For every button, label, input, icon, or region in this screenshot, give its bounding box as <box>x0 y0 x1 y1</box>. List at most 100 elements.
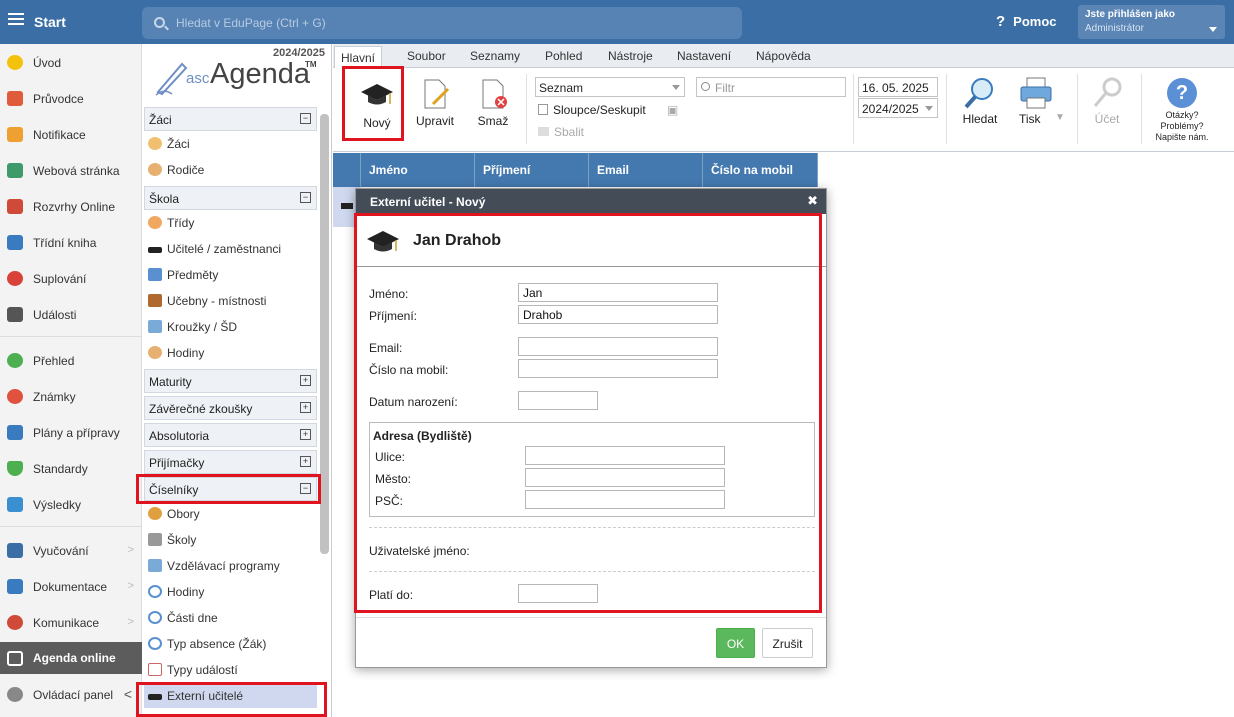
nav-notifikace[interactable]: Notifikace <box>0 120 142 148</box>
nav-ovladaci-panel[interactable]: Ovládací panel < <box>0 680 142 708</box>
expand-icon[interactable]: + <box>300 429 311 440</box>
tab-nastaveni[interactable]: Nastavení <box>677 49 731 63</box>
sidebar-scrollbar[interactable] <box>320 114 329 554</box>
calendar-icon <box>7 307 23 322</box>
collapse-arrow-icon[interactable]: < <box>124 686 132 702</box>
date-input[interactable]: 16. 05. 2025 <box>858 77 938 97</box>
search-button[interactable]: Hledat <box>958 76 1002 136</box>
item-typ-absence[interactable]: Typ absence (Žák) <box>144 632 317 656</box>
expand-icon[interactable]: + <box>300 456 311 467</box>
filter-input[interactable]: Filtr <box>696 77 846 97</box>
nav-komunikace[interactable]: Komunikace > <box>0 608 142 636</box>
section-skola[interactable]: Škola − <box>144 186 317 210</box>
birth-date-input[interactable] <box>518 391 598 410</box>
nav-vyucovani[interactable]: Vyučování > <box>0 536 142 564</box>
edit-button[interactable]: Upravit <box>413 78 457 138</box>
print-button[interactable]: Tisk ▼ <box>1017 76 1065 136</box>
delete-button[interactable]: Smaž <box>473 78 513 138</box>
school-year-select[interactable]: 2024/2025 <box>858 98 938 118</box>
item-obory[interactable]: Obory <box>144 502 317 526</box>
search-icon <box>701 82 710 91</box>
item-ucebny[interactable]: Učebny - místnosti <box>144 289 317 313</box>
nav-standardy[interactable]: Standardy <box>0 454 142 482</box>
tab-pohled[interactable]: Pohled <box>545 49 582 63</box>
collapse-icon[interactable]: − <box>300 192 311 203</box>
nav-uvod[interactable]: Úvod <box>0 48 142 76</box>
first-name-input[interactable]: Jan <box>518 283 718 302</box>
columns-group-button[interactable]: Sloupce/Seskupit <box>538 103 646 117</box>
nav-tridni-kniha[interactable]: Třídní kniha <box>0 228 142 256</box>
item-hodiny[interactable]: Hodiny <box>144 341 317 365</box>
nav-dokumentace[interactable]: Dokumentace > <box>0 572 142 600</box>
address-heading: Adresa (Bydliště) <box>373 429 472 443</box>
section-zaverecne-zkousky[interactable]: Závěrečné zkoušky + <box>144 396 317 420</box>
user-menu[interactable]: Jste přihlášen jako Administrátor <box>1078 5 1225 39</box>
tab-soubor[interactable]: Soubor <box>407 49 446 63</box>
column-mobil[interactable]: Číslo na mobil <box>703 153 818 187</box>
item-externi-ucitele[interactable]: Externí učitelé <box>144 684 317 708</box>
item-predmety[interactable]: Předměty <box>144 263 317 287</box>
city-input[interactable] <box>525 468 725 487</box>
section-ciselniky[interactable]: Číselníky − <box>144 477 317 501</box>
chevron-right-icon: > <box>127 580 134 592</box>
item-krouzky[interactable]: Kroužky / ŠD <box>144 315 317 339</box>
dropdown-arrow-icon[interactable]: ▼ <box>1055 112 1065 123</box>
section-maturity[interactable]: Maturity + <box>144 369 317 393</box>
nav-prehled[interactable]: Přehled <box>0 346 142 374</box>
section-prijimacky[interactable]: Přijímačky + <box>144 450 317 474</box>
item-typy-udalosti[interactable]: Typy událostí <box>144 658 317 682</box>
section-absolutoria[interactable]: Absolutoria + <box>144 423 317 447</box>
nav-agenda-online[interactable]: Agenda online <box>0 642 142 674</box>
tab-nastroje[interactable]: Nástroje <box>608 49 653 63</box>
nav-plany[interactable]: Plány a přípravy <box>0 418 142 446</box>
last-name-input[interactable]: Drahob <box>518 305 718 324</box>
collapse-icon[interactable]: − <box>300 483 311 494</box>
item-casti-dne[interactable]: Části dne <box>144 606 317 630</box>
column-jmeno[interactable]: Jméno <box>361 153 475 187</box>
valid-until-input[interactable] <box>518 584 598 603</box>
section-zaci[interactable]: Žáci − <box>144 107 317 131</box>
mobile-input[interactable] <box>518 359 718 378</box>
questions-help-button[interactable]: ? Otázky? Problémy? Napište nám. <box>1147 76 1217 146</box>
document-icon <box>7 579 23 594</box>
column-prijmeni[interactable]: Příjmení <box>475 153 589 187</box>
zip-input[interactable] <box>525 490 725 509</box>
item-hodiny-ciselnik[interactable]: Hodiny <box>144 580 317 604</box>
ok-button[interactable]: OK <box>716 628 755 658</box>
item-zaci[interactable]: Žáci <box>144 132 317 156</box>
cancel-button[interactable]: Zrušit <box>762 628 813 658</box>
column-email[interactable]: Email <box>589 153 703 187</box>
collapse-icon[interactable]: − <box>300 113 311 124</box>
delete-document-icon <box>482 79 507 109</box>
item-ucitele[interactable]: Učitelé / zaměstnanci <box>144 237 317 261</box>
nav-vysledky[interactable]: Výsledky <box>0 490 142 518</box>
nav-suplovani[interactable]: Suplování <box>0 264 142 292</box>
street-input[interactable] <box>525 446 725 465</box>
item-skoly[interactable]: Školy <box>144 528 317 552</box>
user-role: Administrátor <box>1085 23 1144 34</box>
close-icon[interactable]: ✖ <box>807 193 818 209</box>
item-rodice[interactable]: Rodiče <box>144 158 317 182</box>
nav-udalosti[interactable]: Události <box>0 300 142 328</box>
list-view-select[interactable]: Seznam <box>535 77 685 97</box>
help-button[interactable]: ? Pomoc <box>996 13 1057 30</box>
email-input[interactable] <box>518 337 718 356</box>
nav-rozvrhy[interactable]: Rozvrhy Online <box>0 192 142 220</box>
dashed-divider <box>369 527 815 528</box>
nav-pruvodce[interactable]: Průvodce <box>0 84 142 112</box>
tab-napoveda[interactable]: Nápověda <box>756 49 811 63</box>
expand-icon[interactable]: + <box>300 375 311 386</box>
new-button[interactable]: Nový <box>347 78 407 138</box>
agenda-sidebar: 2024/2025 asc Agenda TM Žáci − Žáci Rodič… <box>142 44 332 717</box>
tab-hlavni[interactable]: Hlavní <box>334 46 383 69</box>
start-link[interactable]: Start <box>34 14 66 30</box>
global-search-input[interactable]: Hledat v EduPage (Ctrl + G) <box>142 7 742 39</box>
item-vzdelavaci-programy[interactable]: Vzdělávací programy <box>144 554 317 578</box>
tab-seznamy[interactable]: Seznamy <box>470 49 520 63</box>
expand-icon[interactable]: + <box>300 402 311 413</box>
menu-icon[interactable] <box>8 13 24 15</box>
nav-webova-stranka[interactable]: Webová stránka <box>0 156 142 184</box>
nav-znamky[interactable]: Známky <box>0 382 142 410</box>
save-icon[interactable]: ▣ <box>667 103 678 117</box>
item-tridy[interactable]: Třídy <box>144 211 317 235</box>
